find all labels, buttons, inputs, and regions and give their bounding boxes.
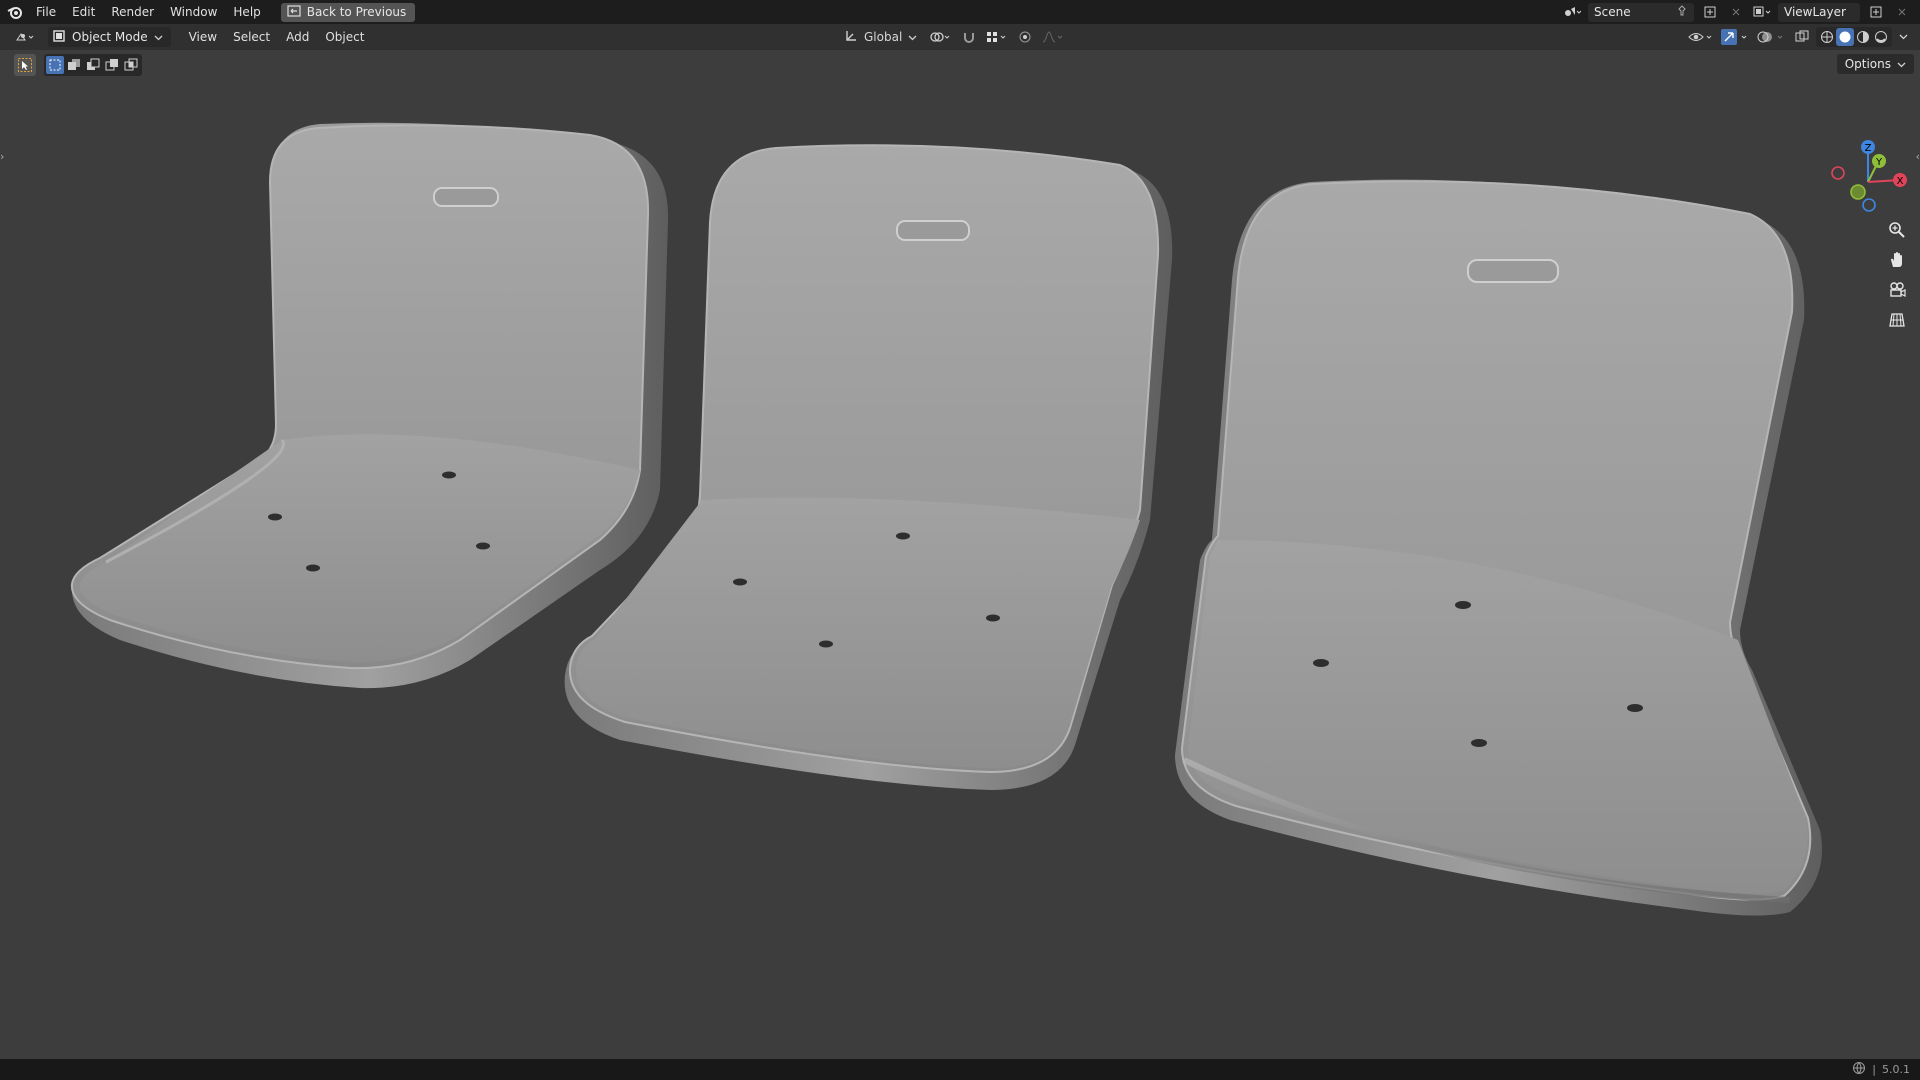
gizmo-toggle-icon[interactable] xyxy=(1720,28,1752,47)
viewport-header: Object Mode View Select Add Object Globa… xyxy=(0,24,1920,50)
select-invert-icon[interactable] xyxy=(103,56,121,74)
seat-shell-3[interactable] xyxy=(1175,179,1822,916)
menu-file[interactable]: File xyxy=(28,0,64,24)
pan-hand-icon[interactable] xyxy=(1883,248,1911,272)
viewport-canvas[interactable] xyxy=(0,50,1920,1059)
scene-field[interactable]: Scene xyxy=(1588,2,1694,22)
wireframe-shading-icon[interactable] xyxy=(1818,28,1836,46)
shading-modes xyxy=(1816,27,1892,47)
chevron-down-icon xyxy=(908,30,917,44)
select-new-icon[interactable] xyxy=(46,56,64,74)
navigation-gizmo[interactable]: Z Y X xyxy=(1822,134,1918,230)
viewport-navigation-buttons xyxy=(1883,218,1911,332)
view-layer-browse-icon[interactable] xyxy=(1752,3,1772,22)
scene-name: Scene xyxy=(1594,5,1631,19)
mode-dropdown[interactable]: Object Mode xyxy=(48,27,171,47)
version-label: 5.0.1 xyxy=(1882,1063,1910,1076)
options-dropdown[interactable]: Options xyxy=(1836,54,1914,74)
pivot-point-icon[interactable] xyxy=(927,28,955,47)
chevron-down-icon xyxy=(1897,57,1906,71)
rendered-shading-icon[interactable] xyxy=(1872,28,1890,46)
back-to-previous-label: Back to Previous xyxy=(306,5,407,19)
new-view-layer-icon[interactable] xyxy=(1866,3,1886,22)
menu-edit[interactable]: Edit xyxy=(64,0,103,24)
menu-window[interactable]: Window xyxy=(162,0,225,24)
delete-view-layer-icon[interactable] xyxy=(1892,3,1912,22)
select-intersect-icon[interactable] xyxy=(122,56,140,74)
select-subtract-icon[interactable] xyxy=(84,56,102,74)
menu-render[interactable]: Render xyxy=(103,0,162,24)
toolbar-expand-icon[interactable]: › xyxy=(0,150,10,170)
snap-increment-icon[interactable] xyxy=(983,28,1011,47)
transform-orientation-dropdown[interactable]: Global xyxy=(838,27,923,47)
axis-z-label: Z xyxy=(1865,143,1872,154)
axis-x-label: X xyxy=(1897,176,1904,187)
shading-options-chevron-icon[interactable] xyxy=(1896,28,1910,47)
material-shading-icon[interactable] xyxy=(1854,28,1872,46)
object-mode-icon xyxy=(52,29,66,46)
camera-view-icon[interactable] xyxy=(1883,278,1911,302)
scene-browse-icon[interactable] xyxy=(1562,3,1582,22)
seat-shell-1[interactable] xyxy=(70,122,669,689)
top-right-controls: Scene ViewLayer xyxy=(1562,0,1920,24)
editor-type-icon[interactable] xyxy=(12,27,40,47)
overlays-icon[interactable] xyxy=(1756,28,1788,47)
menu-help[interactable]: Help xyxy=(225,0,268,24)
selection-mode-group xyxy=(44,54,142,76)
3d-viewport[interactable]: › ‹ Z Y X xyxy=(0,50,1920,1059)
view-layer-name: ViewLayer xyxy=(1784,5,1846,19)
new-scene-icon[interactable] xyxy=(1700,3,1720,22)
select-tool-icon[interactable] xyxy=(14,54,36,76)
header-menu-select[interactable]: Select xyxy=(225,24,278,50)
snap-magnet-icon[interactable] xyxy=(959,28,979,47)
pin-icon[interactable] xyxy=(1676,4,1688,20)
select-extend-icon[interactable] xyxy=(65,56,83,74)
falloff-curve-icon[interactable] xyxy=(1039,28,1067,47)
proportional-editing-icon[interactable] xyxy=(1015,28,1035,47)
viewport-display-tools xyxy=(1686,27,1910,47)
view-layer-field[interactable]: ViewLayer xyxy=(1778,2,1860,22)
tool-settings-row xyxy=(14,54,142,76)
header-menu-add[interactable]: Add xyxy=(278,24,317,50)
solid-shading-icon[interactable] xyxy=(1836,28,1854,46)
perspective-grid-icon[interactable] xyxy=(1883,308,1911,332)
axis-neg-x-icon[interactable] xyxy=(1831,166,1845,180)
mode-label: Object Mode xyxy=(72,30,148,44)
options-label: Options xyxy=(1844,57,1891,71)
axis-neg-y-icon[interactable] xyxy=(1850,184,1866,200)
axis-y-label: Y xyxy=(1875,157,1883,168)
delete-scene-icon[interactable] xyxy=(1726,3,1746,22)
globe-icon[interactable] xyxy=(1852,1061,1866,1078)
zoom-icon[interactable] xyxy=(1883,218,1911,242)
status-separator: | xyxy=(1872,1063,1876,1076)
axis-neg-z-icon[interactable] xyxy=(1862,198,1876,212)
xray-toggle-icon[interactable] xyxy=(1792,28,1812,47)
visibility-eye-icon[interactable] xyxy=(1686,28,1716,47)
orientation-axes-icon xyxy=(844,29,858,46)
header-menu-object[interactable]: Object xyxy=(317,24,372,50)
orientation-label: Global xyxy=(864,30,903,44)
transform-tools: Global xyxy=(838,27,1067,47)
header-menu-view[interactable]: View xyxy=(181,24,225,50)
blender-logo-icon[interactable] xyxy=(6,3,24,21)
back-screen-icon xyxy=(287,4,301,20)
chevron-down-icon xyxy=(154,30,163,44)
top-bar: File Edit Render Window Help Back to Pre… xyxy=(0,0,1920,24)
back-to-previous-button[interactable]: Back to Previous xyxy=(280,2,416,22)
status-bar: | 5.0.1 xyxy=(0,1059,1920,1080)
